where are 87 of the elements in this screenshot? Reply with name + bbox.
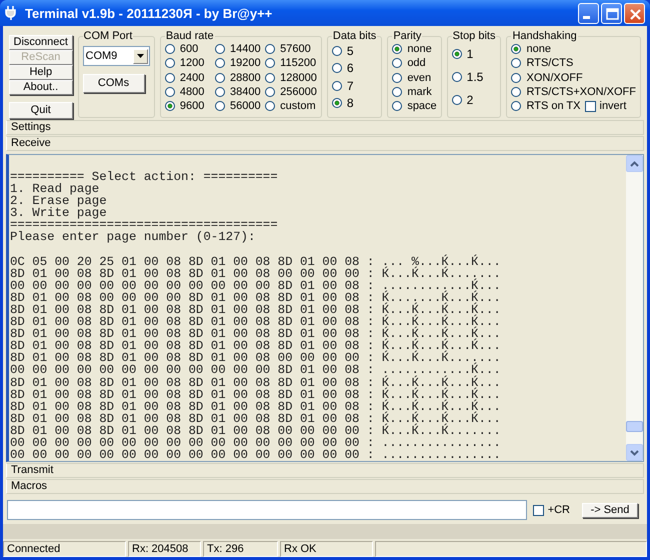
status-pane: Connected	[3, 541, 126, 557]
scrollbar[interactable]	[626, 155, 643, 461]
hex-dump-line: 8D 01 00 08 8D 01 00 08 8D 01 00 08 8D 01 00 08 : Ќ...Ќ...Ќ...Ќ...	[10, 388, 502, 401]
hex-dump-line: 8D 01 00 08 8D 01 00 08 8D 01 00 08 8D 01 00 08 : Ќ...Ќ...Ќ...Ќ...	[10, 376, 502, 389]
send-button[interactable]: -> Send	[582, 502, 638, 518]
handshaking-radio[interactable]: XON/XOFF	[511, 70, 583, 85]
hex-dump-line: 8D 01 00 08 8D 01 00 08 8D 01 00 08 8D 01 00 08 : Ќ...Ќ...Ќ...Ќ...	[10, 412, 502, 425]
receive-text-area[interactable]	[6, 154, 644, 462]
hex-dump-line: 00 00 00 00 00 00 00 00 00 00 00 00 00 00 00 00 : ................	[10, 449, 502, 462]
group-title: Parity	[392, 30, 422, 42]
hex-dump-line: 8D 01 00 08 8D 01 00 08 8D 01 00 08 00 00 00 00 : Ќ...Ќ...Ќ.......	[10, 352, 502, 364]
group-title: COM Port	[82, 30, 134, 42]
command-button[interactable]: Quit	[9, 102, 72, 119]
baud-rate-radio[interactable]: custom	[265, 99, 317, 114]
plug-icon	[5, 5, 19, 21]
maximize-button[interactable]	[601, 2, 622, 24]
terminal-line: 3. Write page	[10, 207, 108, 220]
handshaking-radio[interactable]: RTS/CTS	[511, 56, 574, 71]
group-title: Stop bits	[452, 30, 496, 42]
terminal-line: 2. Erase page	[10, 195, 108, 208]
status-pane: Tx: 296	[203, 541, 278, 557]
stop-bits-radio[interactable]: 1.5	[452, 70, 496, 84]
baud-rate-radio[interactable]: 2400	[164, 70, 214, 85]
parity-radio[interactable]: odd	[392, 56, 437, 71]
baud-rate-radio[interactable]: 28800	[215, 70, 264, 85]
command-button[interactable]: Help	[9, 65, 72, 80]
data-bits-radio[interactable]: 7	[332, 78, 378, 93]
terminal-line: ====================================	[10, 219, 279, 232]
baud-rate-radio[interactable]: 600	[164, 42, 214, 56]
parity-radio[interactable]: mark	[392, 84, 437, 100]
baud-rate-radio[interactable]: 9600	[164, 99, 214, 114]
baud-rate-radio[interactable]: 4800	[164, 84, 214, 100]
close-button[interactable]	[624, 2, 645, 24]
data-bits-radio[interactable]: 6	[332, 61, 378, 76]
hex-dump-line: 0C 05 00 20 25 01 00 08 8D 01 00 08 8D 01 00 08 : ... %...Ќ...Ќ...	[10, 256, 502, 268]
coms-button[interactable]: COMs	[82, 74, 144, 93]
baud-rate-radio[interactable]: 56000	[215, 99, 264, 114]
section-header[interactable]: Transmit	[6, 463, 644, 478]
baud-rate-radio[interactable]: 115200	[265, 56, 317, 71]
hex-dump-line: 8D 01 00 08 8D 01 00 08 8D 01 00 08 8D 01 00 08 : Ќ...Ќ...Ќ...Ќ...	[10, 400, 502, 413]
baud-rate-radio[interactable]: 1200	[164, 56, 214, 71]
baud-rate-radio[interactable]: 38400	[215, 84, 264, 100]
hex-dump-line: 00 00 00 00 00 00 00 00 00 00 00 00 00 00 00 00 : ................	[10, 436, 502, 450]
com-port-dropdown[interactable]: COM9	[82, 46, 150, 66]
hex-dump-line: 00 00 00 00 00 00 00 00 00 00 00 00 8D 01 00 08 : ............Ќ...	[10, 364, 502, 376]
hex-dump-line: 8D 01 00 08 00 00 00 00 8D 01 00 08 8D 01 00 08 : Ќ.......Ќ...Ќ...	[10, 292, 502, 304]
parity-radio[interactable]: even	[392, 70, 437, 85]
invert-checkbox[interactable]: invert	[584, 100, 626, 112]
minimize-button[interactable]	[578, 2, 599, 24]
baud-rate-radio[interactable]: 14400	[215, 42, 264, 56]
scroll-thumb[interactable]	[626, 421, 643, 432]
stop-bits-radio[interactable]: 2	[452, 93, 496, 108]
status-pane: Rx: 204508	[128, 541, 201, 557]
hex-dump-line: 8D 01 00 08 8D 01 00 08 8D 01 00 08 00 00 00 00 : Ќ...Ќ...Ќ.......	[10, 424, 502, 437]
group-title: Handshaking	[511, 30, 578, 42]
handshaking-radio[interactable]: RTS/CTS+XON/XOFF	[511, 84, 636, 100]
terminal-line: Please enter page number (0-127):	[10, 231, 256, 244]
terminal-line: 1. Read page	[10, 183, 100, 196]
handshaking-radio[interactable]: RTS on TX	[511, 99, 580, 114]
window-title: Terminal v1.9b - 20111230Я - by Br@y++	[25, 6, 274, 20]
baud-rate-radio[interactable]: 128000	[265, 70, 317, 85]
section-header[interactable]: Receive	[6, 136, 644, 151]
handshaking-radio[interactable]: none	[511, 42, 551, 56]
terminal-line: ========== Select action: ==========	[10, 171, 279, 184]
group-title: Data bits	[332, 30, 378, 42]
group-title: Baud rate	[164, 30, 215, 42]
chevron-up-icon[interactable]	[630, 160, 639, 166]
parity-radio[interactable]: none	[392, 42, 437, 56]
baud-rate-radio[interactable]: 256000	[265, 84, 317, 100]
hex-dump-line: 8D 01 00 08 8D 01 00 08 8D 01 00 08 00 00 00 00 : Ќ...Ќ...Ќ.......	[10, 268, 502, 280]
caret-icon	[136, 54, 144, 58]
section-header[interactable]: Macros	[6, 479, 644, 494]
baud-rate-radio[interactable]: 57600	[265, 42, 317, 56]
command-button[interactable]: Disconnect	[9, 35, 72, 50]
send-input-field[interactable]	[7, 500, 527, 520]
section-header[interactable]: Settings	[6, 120, 644, 135]
chevron-down-icon[interactable]	[630, 450, 639, 456]
cr-checkbox[interactable]: +CR	[532, 504, 570, 516]
data-bits-radio[interactable]: 5	[332, 44, 378, 58]
status-pane: Rx OK	[280, 541, 373, 557]
data-bits-radio[interactable]: 8	[332, 96, 378, 110]
parity-radio[interactable]: space	[392, 99, 437, 114]
hex-dump-line: 00 00 00 00 00 00 00 00 00 00 00 00 8D 01 00 08 : ............Ќ...	[10, 280, 502, 292]
minimize-icon	[583, 16, 590, 18]
stop-bits-radio[interactable]: 1	[452, 46, 496, 61]
command-button[interactable]: About..	[9, 80, 72, 95]
baud-rate-radio[interactable]: 19200	[215, 56, 264, 71]
